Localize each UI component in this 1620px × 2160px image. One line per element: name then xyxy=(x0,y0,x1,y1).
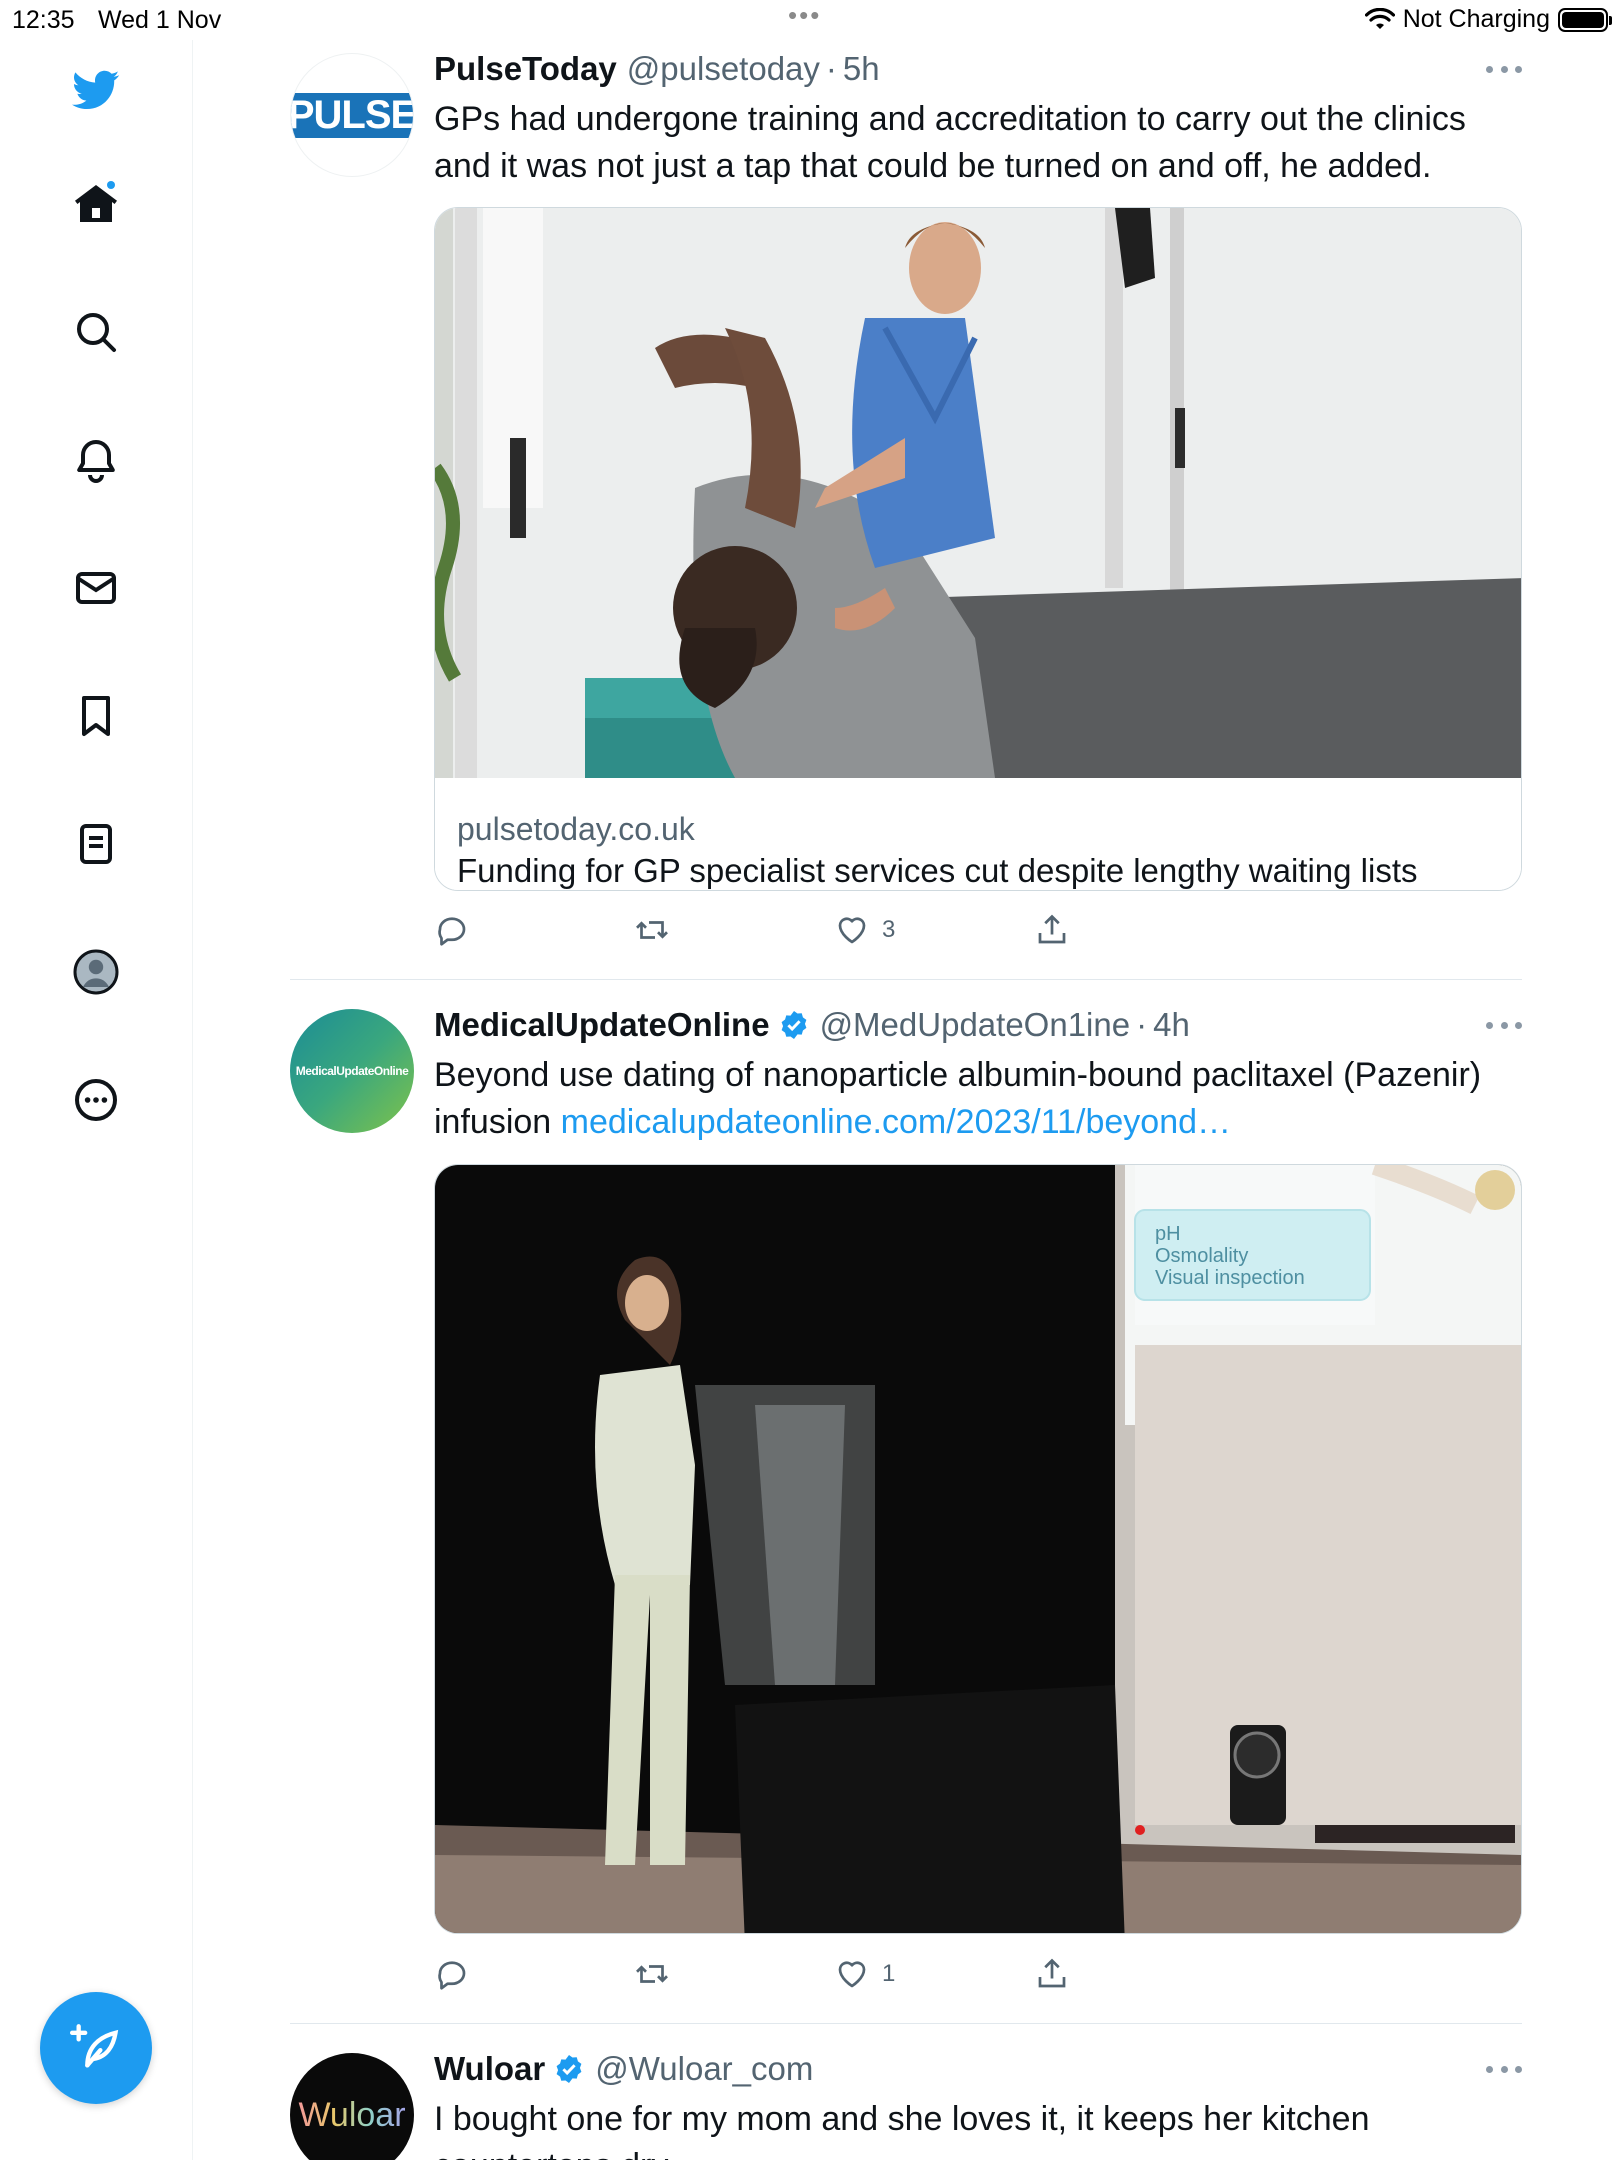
status-date: Wed 1 Nov xyxy=(98,6,222,34)
tweet-header: Wuloar @Wuloar_com xyxy=(434,2050,813,2088)
tweet-time[interactable]: 5h xyxy=(843,50,880,88)
more-options-icon[interactable] xyxy=(1486,2066,1522,2076)
separator-dot: · xyxy=(825,50,837,87)
retweet-button[interactable] xyxy=(634,912,670,948)
retweet-button[interactable] xyxy=(634,1956,670,1992)
tweet-photo[interactable]: pH Osmolality Visual inspection xyxy=(434,1164,1522,1934)
avatar-logo: PULSE xyxy=(291,92,413,138)
battery-status-text: Not Charging xyxy=(1402,5,1550,33)
avatar-logo: MedicalUpdateOnline xyxy=(295,1064,409,1078)
tweet-divider xyxy=(290,2023,1522,2024)
tweet-time[interactable]: 4h xyxy=(1153,1006,1190,1044)
mail-icon[interactable] xyxy=(70,562,122,614)
sidebar xyxy=(0,40,193,2160)
link-card[interactable]: pulsetoday.co.uk Funding for GP speciali… xyxy=(434,207,1522,891)
like-button[interactable]: 3 xyxy=(834,912,895,948)
separator-dot: · xyxy=(1136,1006,1148,1043)
share-icon xyxy=(1038,914,1066,944)
card-title: Funding for GP specialist services cut d… xyxy=(457,852,1418,889)
status-right: Not Charging xyxy=(1364,5,1612,34)
share-button[interactable] xyxy=(1034,912,1070,948)
slide-text-ph: pH xyxy=(1155,1223,1181,1245)
author-name[interactable]: PulseToday xyxy=(434,50,617,88)
multitasking-dots-icon[interactable]: ••• xyxy=(788,0,821,31)
slide-text-osmolality: Osmolality xyxy=(1155,1245,1248,1267)
home-icon[interactable] xyxy=(70,178,122,230)
more-circle-icon[interactable] xyxy=(70,1074,122,1126)
card-image xyxy=(435,208,1521,778)
author-handle[interactable]: @MedUpdateOn1ine xyxy=(820,1006,1131,1044)
conference-photo: pH Osmolality Visual inspection xyxy=(435,1165,1521,1933)
compose-tweet-button[interactable] xyxy=(40,1992,152,2104)
search-icon[interactable] xyxy=(70,306,122,358)
tweet-text: I bought one for my mom and she loves it… xyxy=(434,2100,1370,2160)
like-button[interactable]: 1 xyxy=(834,1956,895,1992)
share-icon xyxy=(1038,1958,1066,1988)
tweet[interactable]: MedicalUpdateOnline MedicalUpdateOnline … xyxy=(290,1006,1522,2049)
status-bar: 12:35 Wed 1 Nov ••• Not Charging xyxy=(0,0,1620,40)
compose-tweet-icon xyxy=(70,2024,119,2068)
verified-badge-icon xyxy=(781,1011,806,1039)
heart-icon xyxy=(838,917,866,944)
tweet-text: Beyond use dating of nanoparticle albumi… xyxy=(434,1052,1514,1146)
author-name[interactable]: Wuloar xyxy=(434,2050,545,2088)
share-button[interactable] xyxy=(1034,1956,1070,1992)
reply-button[interactable] xyxy=(434,1956,470,1992)
wifi-icon xyxy=(1364,7,1395,29)
tweet-header: MedicalUpdateOnline @MedUpdateOn1ine · 4… xyxy=(434,1006,1190,1044)
reply-button[interactable] xyxy=(434,912,470,948)
like-count: 3 xyxy=(882,916,896,943)
tweet-link[interactable]: medicalupdateonline.com/2023/11/beyond… xyxy=(561,1103,1231,1141)
author-handle[interactable]: @Wuloar_com xyxy=(595,2050,813,2088)
reply-icon xyxy=(438,1961,466,1990)
profile-icon[interactable] xyxy=(70,946,122,998)
avatar[interactable]: Wuloar xyxy=(290,2053,414,2160)
avatar[interactable]: PULSE xyxy=(290,53,414,177)
more-options-icon[interactable] xyxy=(1486,1022,1522,1032)
tweet-text: GPs had undergone training and accredita… xyxy=(434,100,1466,185)
retweet-icon xyxy=(636,921,668,939)
tweet-actions: 3 xyxy=(434,912,1134,952)
author-handle[interactable]: @pulsetoday xyxy=(627,50,820,88)
tweet[interactable]: Wuloar Wuloar @Wuloar_com I bought one f… xyxy=(290,2050,1522,2160)
retweet-icon xyxy=(636,1965,668,1983)
bell-icon[interactable] xyxy=(70,434,122,486)
tweet-divider xyxy=(290,979,1522,980)
verified-badge-icon xyxy=(556,2055,582,2083)
like-count: 1 xyxy=(882,1960,896,1987)
status-time: 12:35 xyxy=(12,6,75,34)
battery-icon xyxy=(1558,7,1612,32)
tweet[interactable]: PULSE PulseToday @pulsetoday · 5h GPs ha… xyxy=(290,50,1522,980)
card-domain: pulsetoday.co.uk xyxy=(457,811,695,847)
tweet-actions: 1 xyxy=(434,1956,1134,1996)
reply-icon xyxy=(438,917,466,946)
bookmark-icon[interactable] xyxy=(70,690,122,742)
lists-icon[interactable] xyxy=(70,818,122,870)
author-name[interactable]: MedicalUpdateOnline xyxy=(434,1006,770,1044)
tweet-header: PulseToday @pulsetoday · 5h xyxy=(434,50,880,88)
heart-icon xyxy=(838,1961,866,1988)
more-options-icon[interactable] xyxy=(1486,66,1522,76)
slide-text-visual: Visual inspection xyxy=(1155,1267,1305,1289)
avatar-logo: Wuloar xyxy=(298,2095,406,2134)
avatar[interactable]: MedicalUpdateOnline xyxy=(290,1009,414,1133)
card-footer: pulsetoday.co.uk Funding for GP speciali… xyxy=(435,797,1521,890)
twitter-bird-icon[interactable] xyxy=(70,64,122,116)
